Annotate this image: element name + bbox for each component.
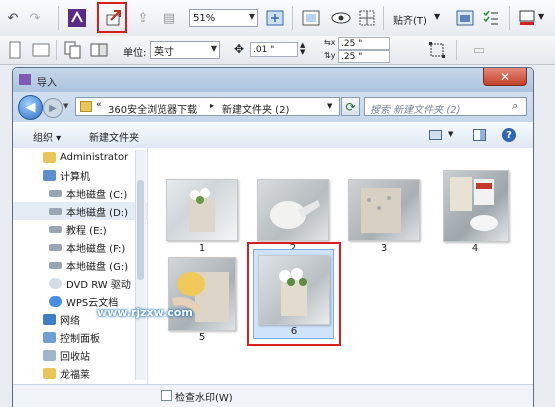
- network-icon: [43, 313, 56, 325]
- duplicate-x-field[interactable]: .25 ": [338, 37, 390, 50]
- dialog-title: 导入: [37, 78, 57, 89]
- navigation-row: ◀ ▶ ▼ « 360安全浏览器下载 ▸ 新建文件夹 (2) ▼ ⟳ 搜索 新建…: [13, 92, 533, 122]
- nudge-spinner[interactable]: ▲ ▼: [300, 42, 305, 56]
- file-name: 3: [380, 243, 388, 254]
- cloud-icon: [49, 295, 62, 307]
- view-options-icon[interactable]: [429, 130, 442, 140]
- file-view: 1 2 3 4 5: [148, 148, 533, 384]
- navigation-pane: Administrator 计算机 本地磁盘 (C:) 本地磁盘 (D:) 教程…: [13, 148, 148, 384]
- page-landscape-icon[interactable]: [4, 39, 26, 61]
- nudge-icon: ✥: [234, 42, 245, 56]
- dialog-footer: 检查水印(W): [13, 384, 533, 407]
- drive-icon: [49, 225, 62, 233]
- help-icon[interactable]: ?: [502, 128, 516, 142]
- undo-icon[interactable]: ↶: [2, 7, 24, 29]
- show-rulers-icon[interactable]: [356, 7, 378, 29]
- search-placeholder: 搜索 新建文件夹 (2): [370, 105, 461, 116]
- command-bar: 组织 ▾ 新建文件夹 ▼ ?: [13, 122, 533, 149]
- duplicate-y-icon: ⇅y: [324, 51, 336, 60]
- search-icon[interactable]: ⌕: [512, 99, 518, 113]
- search-input[interactable]: 搜索 新建文件夹 (2) ⌕: [364, 97, 527, 116]
- breadcrumb-item[interactable]: 360安全浏览器下载: [108, 101, 197, 116]
- close-button[interactable]: ✕: [483, 68, 527, 86]
- drive-icon: [49, 261, 62, 269]
- back-button[interactable]: ◀: [18, 95, 43, 120]
- units-label: 单位:: [123, 48, 147, 59]
- import-dialog: 导入 ✕ ◀ ▶ ▼ « 360安全浏览器下载 ▸ 新建文件夹 (2) ▼ ⟳ …: [12, 67, 534, 407]
- recycle-bin-icon: [43, 349, 56, 361]
- drive-icon: [49, 243, 62, 251]
- nav-scrollbar-thumb[interactable]: [137, 180, 144, 280]
- tree-item-administrator[interactable]: Administrator: [43, 148, 165, 166]
- drive-icon: [49, 207, 62, 215]
- disabled-option-icon[interactable]: ▭: [468, 39, 490, 61]
- corel-logo-icon[interactable]: [66, 7, 88, 29]
- file-name: 1: [198, 243, 206, 254]
- file-thumbnail: [257, 179, 329, 241]
- application-launcher-icon[interactable]: [516, 7, 538, 29]
- dvd-icon: [49, 277, 62, 289]
- file-thumbnail: [348, 179, 420, 241]
- zoom-combo[interactable]: 51% ▼: [189, 9, 258, 27]
- zoom-fit-icon[interactable]: [264, 7, 286, 29]
- control-panel-icon: [43, 331, 56, 343]
- file-thumbnail: [168, 257, 236, 331]
- tree-item-recycle-bin[interactable]: 回收站: [43, 346, 165, 364]
- watermark-checkbox-label: 检查水印(W): [175, 393, 233, 404]
- property-bar: 单位: 英寸 ▼ ✥ .01 " ▲ ▼ ⇆x ⇅y .25 " .25 " ▭: [0, 36, 555, 65]
- import-dialog-icon: [19, 74, 31, 85]
- launcher-dropdown-icon[interactable]: ▼: [538, 12, 544, 21]
- file-thumbnail: [166, 179, 238, 241]
- duplicate-x-icon: ⇆x: [324, 38, 336, 47]
- recent-pages-icon[interactable]: ▼: [63, 102, 68, 110]
- units-combo[interactable]: 英寸 ▼: [150, 41, 220, 59]
- watermark-checkbox[interactable]: [161, 390, 172, 401]
- file-name: 4: [471, 243, 479, 254]
- tree-item-control-panel[interactable]: 控制面板: [43, 328, 165, 346]
- breadcrumb-separator-icon[interactable]: ▸: [210, 101, 214, 110]
- drive-icon: [49, 189, 62, 197]
- view-eye-icon[interactable]: [330, 7, 352, 29]
- breadcrumb-chevron-icon[interactable]: «: [96, 100, 102, 110]
- selection-highlight-box: [247, 242, 341, 346]
- options-icon[interactable]: [454, 7, 476, 29]
- page-portrait-icon[interactable]: [30, 39, 52, 61]
- refresh-icon[interactable]: ⟳: [341, 97, 360, 116]
- tree-item-folder[interactable]: 龙福莱: [43, 364, 165, 382]
- main-toolbar: ↶ ↷ ⇪ ▤ 51% ▼ 贴齐(T) ▼ ▼: [0, 0, 555, 37]
- computer-icon: [43, 169, 56, 181]
- snap-dropdown-icon[interactable]: ▼: [434, 12, 440, 21]
- checklist-icon[interactable]: [480, 7, 502, 29]
- breadcrumb-item[interactable]: 新建文件夹 (2): [222, 101, 289, 116]
- duplicate-y-field[interactable]: .25 ": [338, 50, 390, 63]
- preview-pane-icon[interactable]: [473, 129, 486, 141]
- tree-item-computer[interactable]: 计算机: [43, 166, 165, 184]
- new-folder-button[interactable]: 新建文件夹: [89, 129, 139, 144]
- address-bar[interactable]: « 360安全浏览器下载 ▸ 新建文件夹 (2) ▼: [75, 97, 340, 116]
- file-name: 5: [198, 332, 206, 343]
- forward-button[interactable]: ▶: [43, 98, 63, 118]
- current-page-icon[interactable]: [88, 39, 110, 61]
- organize-menu[interactable]: 组织 ▾: [33, 129, 61, 144]
- user-folder-icon: [43, 151, 56, 163]
- all-pages-icon[interactable]: [62, 39, 84, 61]
- export-icon[interactable]: ⇪: [132, 7, 154, 29]
- snap-to-menu[interactable]: 贴齐(T): [393, 12, 427, 27]
- watermark-text: www.rjzxw.com: [97, 306, 193, 319]
- nav-scrollbar[interactable]: [135, 150, 146, 380]
- fullscreen-preview-icon[interactable]: [300, 7, 322, 29]
- nudge-field[interactable]: .01 ": [250, 42, 298, 57]
- publish-icon[interactable]: ▤: [158, 7, 180, 29]
- treat-as-filled-icon[interactable]: [426, 39, 448, 61]
- import-highlight-box: [97, 2, 127, 33]
- folder-icon: [43, 367, 56, 379]
- folder-icon: [80, 101, 92, 112]
- view-dropdown-icon[interactable]: ▼: [448, 130, 453, 138]
- redo-icon[interactable]: ↷: [24, 7, 46, 29]
- tree-item-drive-d[interactable]: 本地磁盘 (D:): [13, 202, 147, 220]
- file-thumbnail: [443, 170, 509, 242]
- address-dropdown-icon[interactable]: ▼: [327, 102, 332, 110]
- dialog-titlebar: 导入 ✕: [13, 68, 533, 92]
